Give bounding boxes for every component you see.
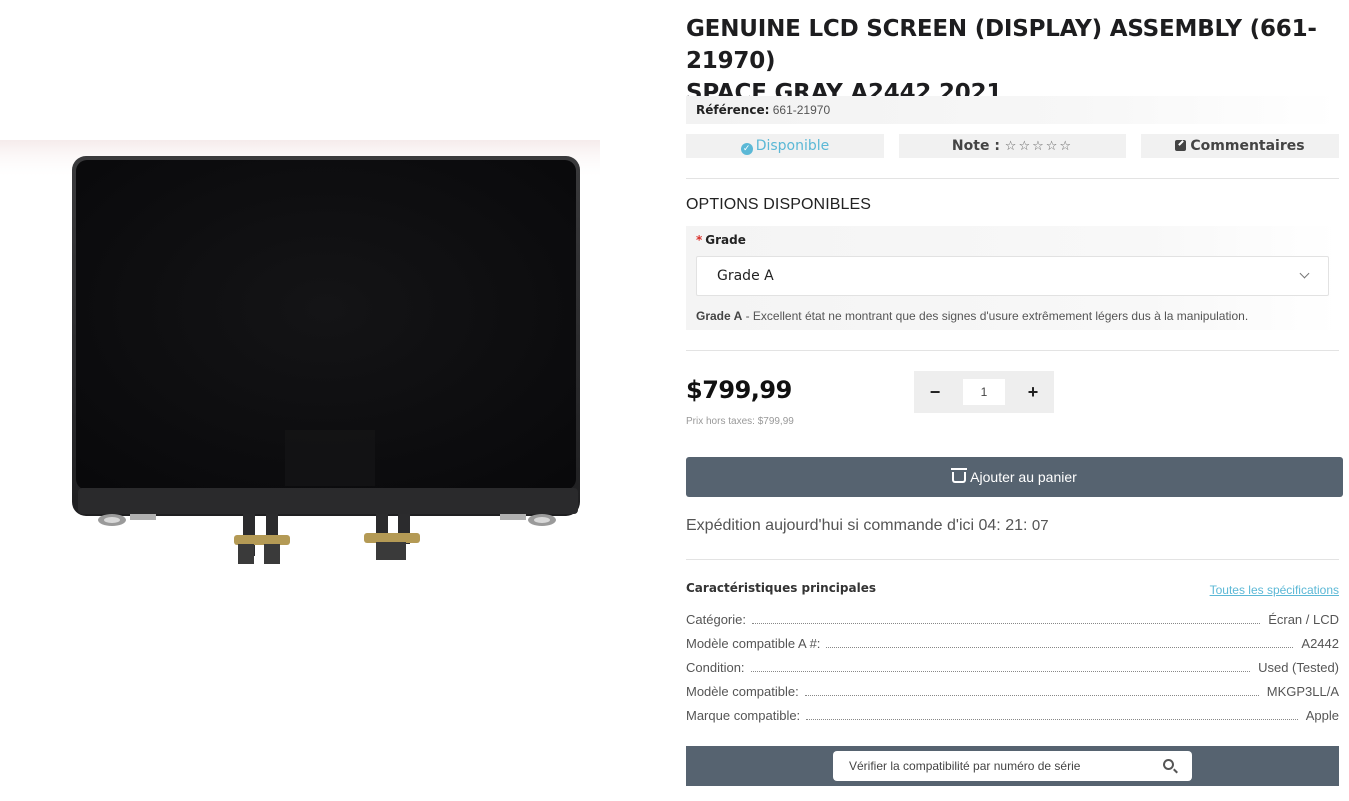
edit-icon (1175, 140, 1187, 151)
availability-badge: ✓ Disponible (686, 134, 884, 158)
spec-row: Modèle compatible A #: A2442 (686, 635, 1339, 651)
spec-value: A2442 (1301, 636, 1339, 651)
countdown-minutes: 21 (1005, 517, 1023, 534)
spec-value: Écran / LCD (1268, 612, 1339, 627)
product-image[interactable] (0, 0, 660, 801)
dotted-leader (751, 623, 1261, 624)
spec-key: Marque compatible: (686, 708, 801, 723)
check-circle-icon: ✓ (740, 143, 753, 155)
add-to-cart-button[interactable]: Ajouter au panier (686, 457, 1343, 497)
quantity-increase-button[interactable]: + (1012, 371, 1054, 413)
countdown-hours: 04 (978, 517, 997, 534)
shipping-text: Expédition aujourd'hui si commande d'ici (686, 517, 975, 534)
required-mark: * (696, 233, 703, 247)
comments-button[interactable]: Commentaires (1141, 134, 1339, 158)
product-title: GENUINE LCD SCREEN (DISPLAY) ASSEMBLY (6… (686, 13, 1336, 109)
quantity-stepper: − + (914, 371, 1054, 413)
countdown-seconds: 07 (1031, 517, 1049, 534)
spec-row: Marque compatible: Apple (686, 707, 1339, 723)
serial-number-input[interactable] (833, 751, 1192, 781)
grade-option: * Grade Grade A Grade A - Excellent état … (686, 226, 1339, 330)
options-title: OPTIONS DISPONIBLES (686, 196, 872, 213)
spec-value: Apple (1305, 708, 1339, 723)
basket-icon (951, 468, 968, 483)
grade-desc-name: Grade A (696, 309, 743, 323)
comments-label: Commentaires (1190, 138, 1305, 154)
dotted-leader (806, 719, 1298, 720)
all-specs-link[interactable]: Toutes les spécifications (1210, 583, 1339, 597)
price: $799,99 (686, 376, 792, 404)
price-ex-tax: Prix hors taxes: $799,99 (686, 416, 794, 427)
dotted-leader (804, 695, 1259, 696)
grade-selected-value: Grade A (717, 268, 774, 284)
grade-description: Grade A - Excellent état ne montrant que… (696, 309, 1248, 323)
spec-row: Condition: Used (Tested) (686, 659, 1339, 675)
spec-key: Modèle compatible A #: (686, 636, 821, 651)
reference-bar: Référence: 661-21970 (686, 96, 1339, 124)
grade-select[interactable]: Grade A (696, 256, 1329, 296)
reference-label: Référence: (696, 103, 770, 117)
spec-key: Modèle compatible: (686, 684, 799, 699)
chevron-down-icon (1299, 268, 1310, 279)
dotted-leader (750, 671, 1251, 672)
spec-value: MKGP3LL/A (1266, 684, 1339, 699)
rating-label: Note : (951, 138, 1000, 154)
divider (686, 178, 1339, 179)
shipping-countdown: Expédition aujourd'hui si commande d'ici… (686, 517, 1049, 534)
rating-summary[interactable]: Note : ☆☆☆☆☆ (899, 134, 1126, 158)
lcd-assembly-photo (0, 140, 600, 564)
title-line-1: GENUINE LCD SCREEN (DISPLAY) ASSEMBLY (6… (686, 16, 1317, 74)
quantity-input[interactable] (963, 379, 1005, 405)
divider (686, 350, 1339, 351)
serial-check-bar (686, 746, 1339, 786)
spec-key: Catégorie: (686, 612, 746, 627)
spec-row: Catégorie: Écran / LCD (686, 611, 1339, 627)
search-icon[interactable] (1163, 759, 1174, 770)
grade-label-text: Grade (705, 233, 746, 247)
spec-row: Modèle compatible: MKGP3LL/A (686, 683, 1339, 699)
add-to-cart-label: Ajouter au panier (970, 469, 1077, 485)
rating-stars-icon: ☆☆☆☆☆ (1004, 139, 1074, 154)
reference-value: 661-21970 (772, 103, 831, 117)
spec-value: Used (Tested) (1258, 660, 1339, 675)
dotted-leader (826, 647, 1294, 648)
features-title: Caractéristiques principales (686, 581, 876, 595)
availability-label: Disponible (755, 138, 830, 154)
divider (686, 559, 1339, 560)
grade-label: * Grade (696, 233, 746, 247)
spec-key: Condition: (686, 660, 745, 675)
quantity-decrease-button[interactable]: − (914, 371, 956, 413)
grade-desc-text: - Excellent état ne montrant que des sig… (742, 309, 1249, 323)
